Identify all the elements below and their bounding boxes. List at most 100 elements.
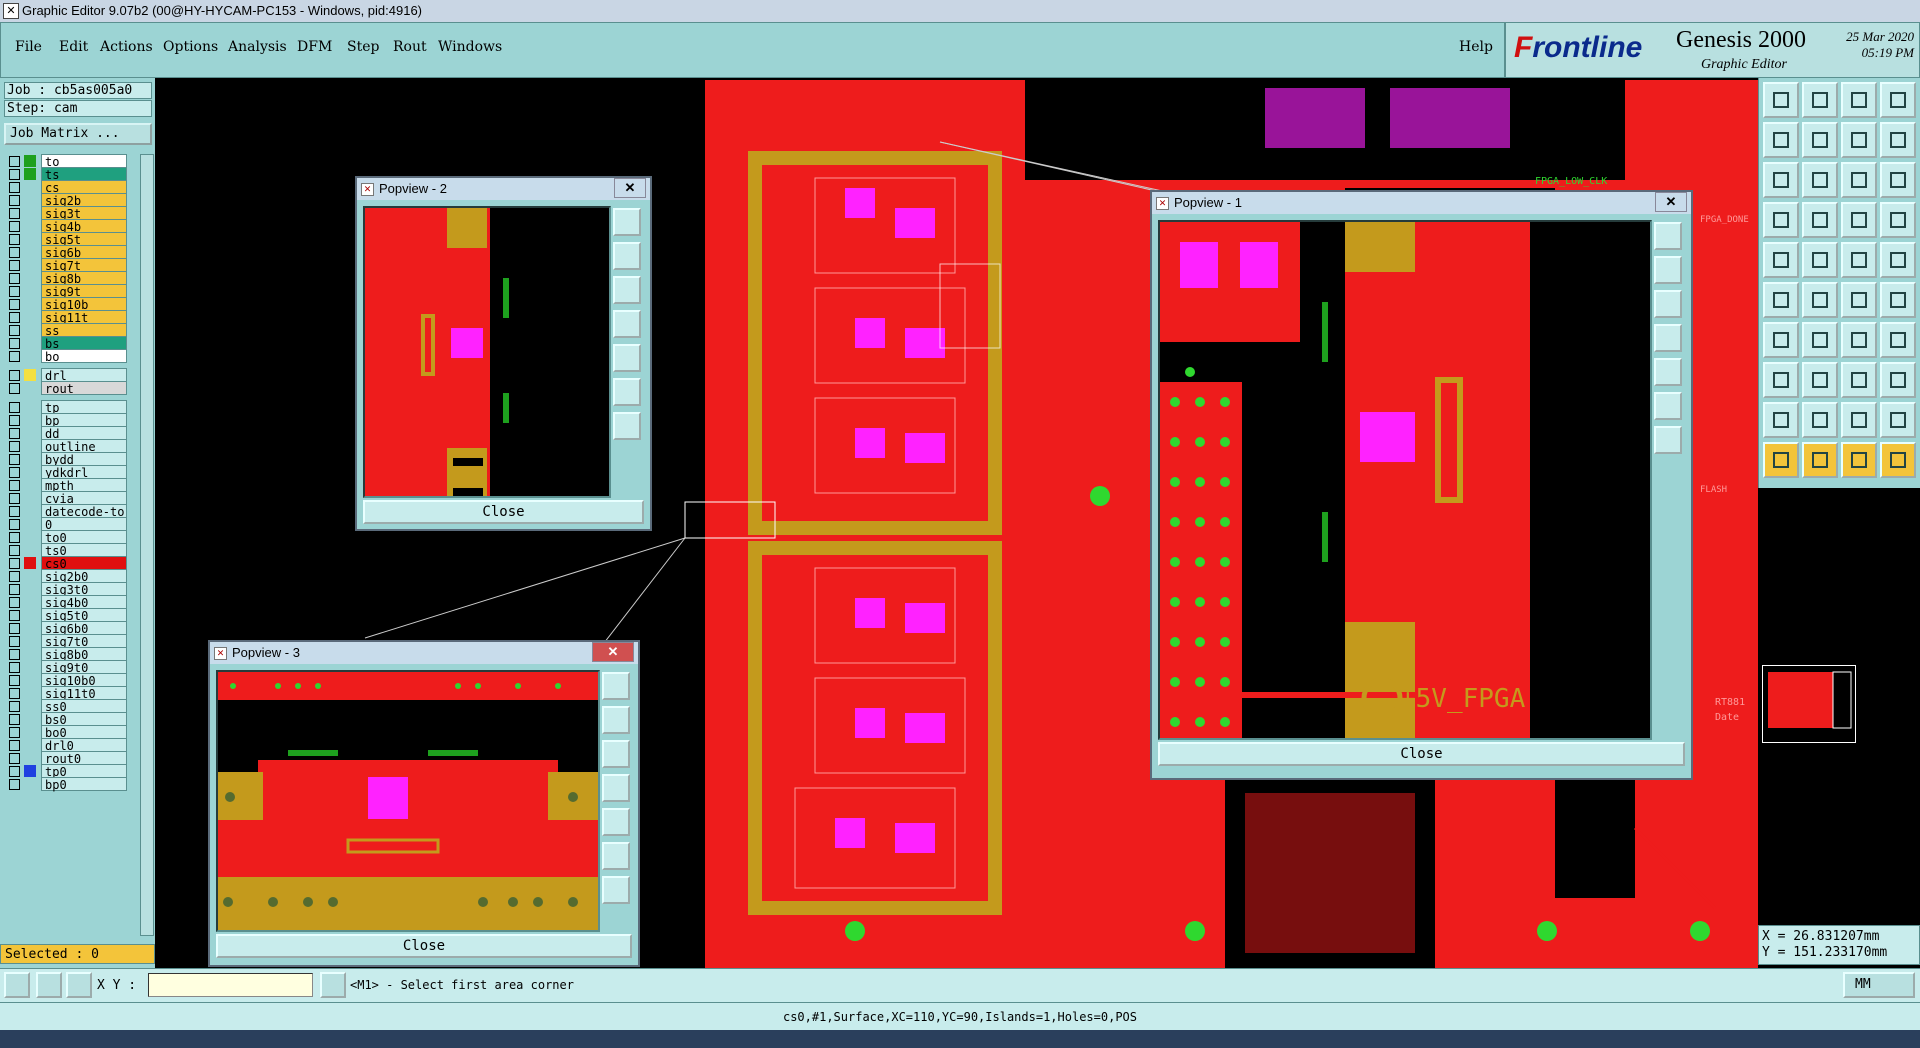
layer-checkbox[interactable] bbox=[9, 753, 20, 764]
layer-checkbox[interactable] bbox=[9, 623, 20, 634]
layer-name[interactable]: tp0 bbox=[41, 764, 127, 779]
layer-name[interactable]: cs0 bbox=[41, 556, 127, 571]
layer-name[interactable]: ydkdrl bbox=[41, 465, 127, 480]
undo-icon[interactable] bbox=[1880, 82, 1916, 118]
units-selector[interactable]: MM bbox=[1843, 972, 1915, 998]
popview-3-viewport[interactable] bbox=[216, 670, 600, 932]
layer-name[interactable]: outline bbox=[41, 439, 127, 454]
circle-icon[interactable] bbox=[1880, 242, 1916, 278]
layer-checkbox[interactable] bbox=[9, 493, 20, 504]
layer-checkbox[interactable] bbox=[9, 506, 20, 517]
layer-checkbox[interactable] bbox=[9, 221, 20, 232]
xy-input[interactable] bbox=[148, 973, 313, 997]
layer-checkbox[interactable] bbox=[9, 260, 20, 271]
menu-dfm[interactable]: DFM bbox=[297, 39, 332, 55]
layer-name[interactable]: cs bbox=[41, 180, 127, 195]
layer-checkbox[interactable] bbox=[9, 597, 20, 608]
zoom-home-icon[interactable] bbox=[602, 876, 630, 904]
zoom-fit-icon[interactable] bbox=[1763, 162, 1799, 198]
pad-icon[interactable] bbox=[1763, 242, 1799, 278]
layer-checkbox[interactable] bbox=[9, 467, 20, 478]
zoom-out-icon[interactable] bbox=[602, 740, 630, 768]
line-icon[interactable] bbox=[1841, 242, 1877, 278]
zoom-fit-icon[interactable] bbox=[613, 208, 641, 236]
layer-name[interactable]: sig8b bbox=[41, 271, 127, 286]
pan-right-icon[interactable] bbox=[602, 808, 630, 836]
layer-scrollbar[interactable] bbox=[140, 154, 154, 936]
rotate-icon[interactable] bbox=[1841, 322, 1877, 358]
layer-name[interactable]: sig6b0 bbox=[41, 621, 127, 636]
zoom-fit-icon[interactable] bbox=[1654, 222, 1682, 250]
layer-name[interactable]: sig11t bbox=[41, 310, 127, 325]
layer-checkbox[interactable] bbox=[9, 247, 20, 258]
layer-checkbox[interactable] bbox=[9, 402, 20, 413]
select2-icon[interactable] bbox=[1802, 442, 1838, 478]
copy-icon[interactable] bbox=[1880, 362, 1916, 398]
prev-icon[interactable] bbox=[1763, 122, 1799, 158]
layer-checkbox[interactable] bbox=[9, 454, 20, 465]
layer-checkbox[interactable] bbox=[9, 428, 20, 439]
zoom-area-icon[interactable] bbox=[1654, 392, 1682, 420]
layer-name[interactable]: sig9t bbox=[41, 284, 127, 299]
zoom-out-icon[interactable] bbox=[1654, 290, 1682, 318]
layer-name[interactable]: to0 bbox=[41, 530, 127, 545]
zoom-in-icon[interactable] bbox=[1654, 256, 1682, 284]
layer-checkbox[interactable] bbox=[9, 441, 20, 452]
layer-name[interactable]: to bbox=[41, 154, 127, 169]
layer-name[interactable]: sig6b bbox=[41, 245, 127, 260]
connect-icon[interactable] bbox=[1763, 282, 1799, 318]
layer-checkbox[interactable] bbox=[9, 351, 20, 362]
menu-step[interactable]: Step bbox=[347, 39, 379, 55]
layer-name[interactable]: tp bbox=[41, 400, 127, 415]
layer-checkbox[interactable] bbox=[9, 662, 20, 673]
menu-help[interactable]: Help bbox=[1459, 39, 1493, 55]
popview-2-close-icon[interactable]: ✕ bbox=[614, 178, 646, 198]
layer-name[interactable]: sig3t bbox=[41, 206, 127, 221]
layer-name[interactable]: bs bbox=[41, 336, 127, 351]
layer-name[interactable]: sig5t0 bbox=[41, 608, 127, 623]
layer-checkbox[interactable] bbox=[9, 766, 20, 777]
zoom-area-icon[interactable] bbox=[1802, 162, 1838, 198]
layer-name[interactable]: rout0 bbox=[41, 751, 127, 766]
layer-name[interactable]: ts0 bbox=[41, 543, 127, 558]
open-icon[interactable] bbox=[1763, 82, 1799, 118]
zoom-out-icon[interactable] bbox=[613, 276, 641, 304]
ratio-icon[interactable] bbox=[1841, 162, 1877, 198]
layer-checkbox[interactable] bbox=[9, 584, 20, 595]
layer-name[interactable]: sig7t bbox=[41, 258, 127, 273]
layer-checkbox[interactable] bbox=[9, 727, 20, 738]
menu-analysis[interactable]: Analysis bbox=[228, 39, 287, 55]
draw-line-icon[interactable] bbox=[1763, 322, 1799, 358]
popview-1-viewport[interactable]: +5V_FPGA bbox=[1158, 220, 1652, 740]
layer-row-bo[interactable]: bo bbox=[4, 349, 136, 364]
layer-checkbox[interactable] bbox=[9, 273, 20, 284]
layer-checkbox[interactable] bbox=[9, 286, 20, 297]
menu-file[interactable]: File bbox=[15, 39, 42, 55]
grid-icon[interactable] bbox=[1802, 202, 1838, 238]
layer-name[interactable]: bydd bbox=[41, 452, 127, 467]
layer-name[interactable]: rout bbox=[41, 381, 127, 396]
layer-name[interactable]: sig7t0 bbox=[41, 634, 127, 649]
zoom-area-icon[interactable] bbox=[602, 842, 630, 870]
popview-2-close-button[interactable]: Close bbox=[363, 500, 644, 524]
layer-checkbox[interactable] bbox=[9, 532, 20, 543]
outline-icon[interactable] bbox=[1802, 402, 1838, 438]
pause-icon[interactable] bbox=[320, 972, 346, 998]
zoom-home-icon[interactable] bbox=[613, 412, 641, 440]
layer-name[interactable]: sig9t0 bbox=[41, 660, 127, 675]
cross-icon[interactable] bbox=[1802, 282, 1838, 318]
layer-name[interactable]: ss0 bbox=[41, 699, 127, 714]
layer-name[interactable]: bp0 bbox=[41, 777, 127, 792]
pan-right-icon[interactable] bbox=[1654, 358, 1682, 386]
layer-checkbox[interactable] bbox=[9, 571, 20, 582]
layer-checkbox[interactable] bbox=[9, 649, 20, 660]
layer-name[interactable]: mpth bbox=[41, 478, 127, 493]
mirror-icon[interactable] bbox=[1880, 322, 1916, 358]
layer-checkbox[interactable] bbox=[9, 701, 20, 712]
layer-name[interactable]: sig8b0 bbox=[41, 647, 127, 662]
layer-checkbox[interactable] bbox=[9, 195, 20, 206]
pan-left-icon[interactable] bbox=[613, 310, 641, 338]
pan-right-icon[interactable] bbox=[613, 344, 641, 372]
delete-icon[interactable] bbox=[1802, 242, 1838, 278]
layer-checkbox[interactable] bbox=[9, 370, 20, 381]
